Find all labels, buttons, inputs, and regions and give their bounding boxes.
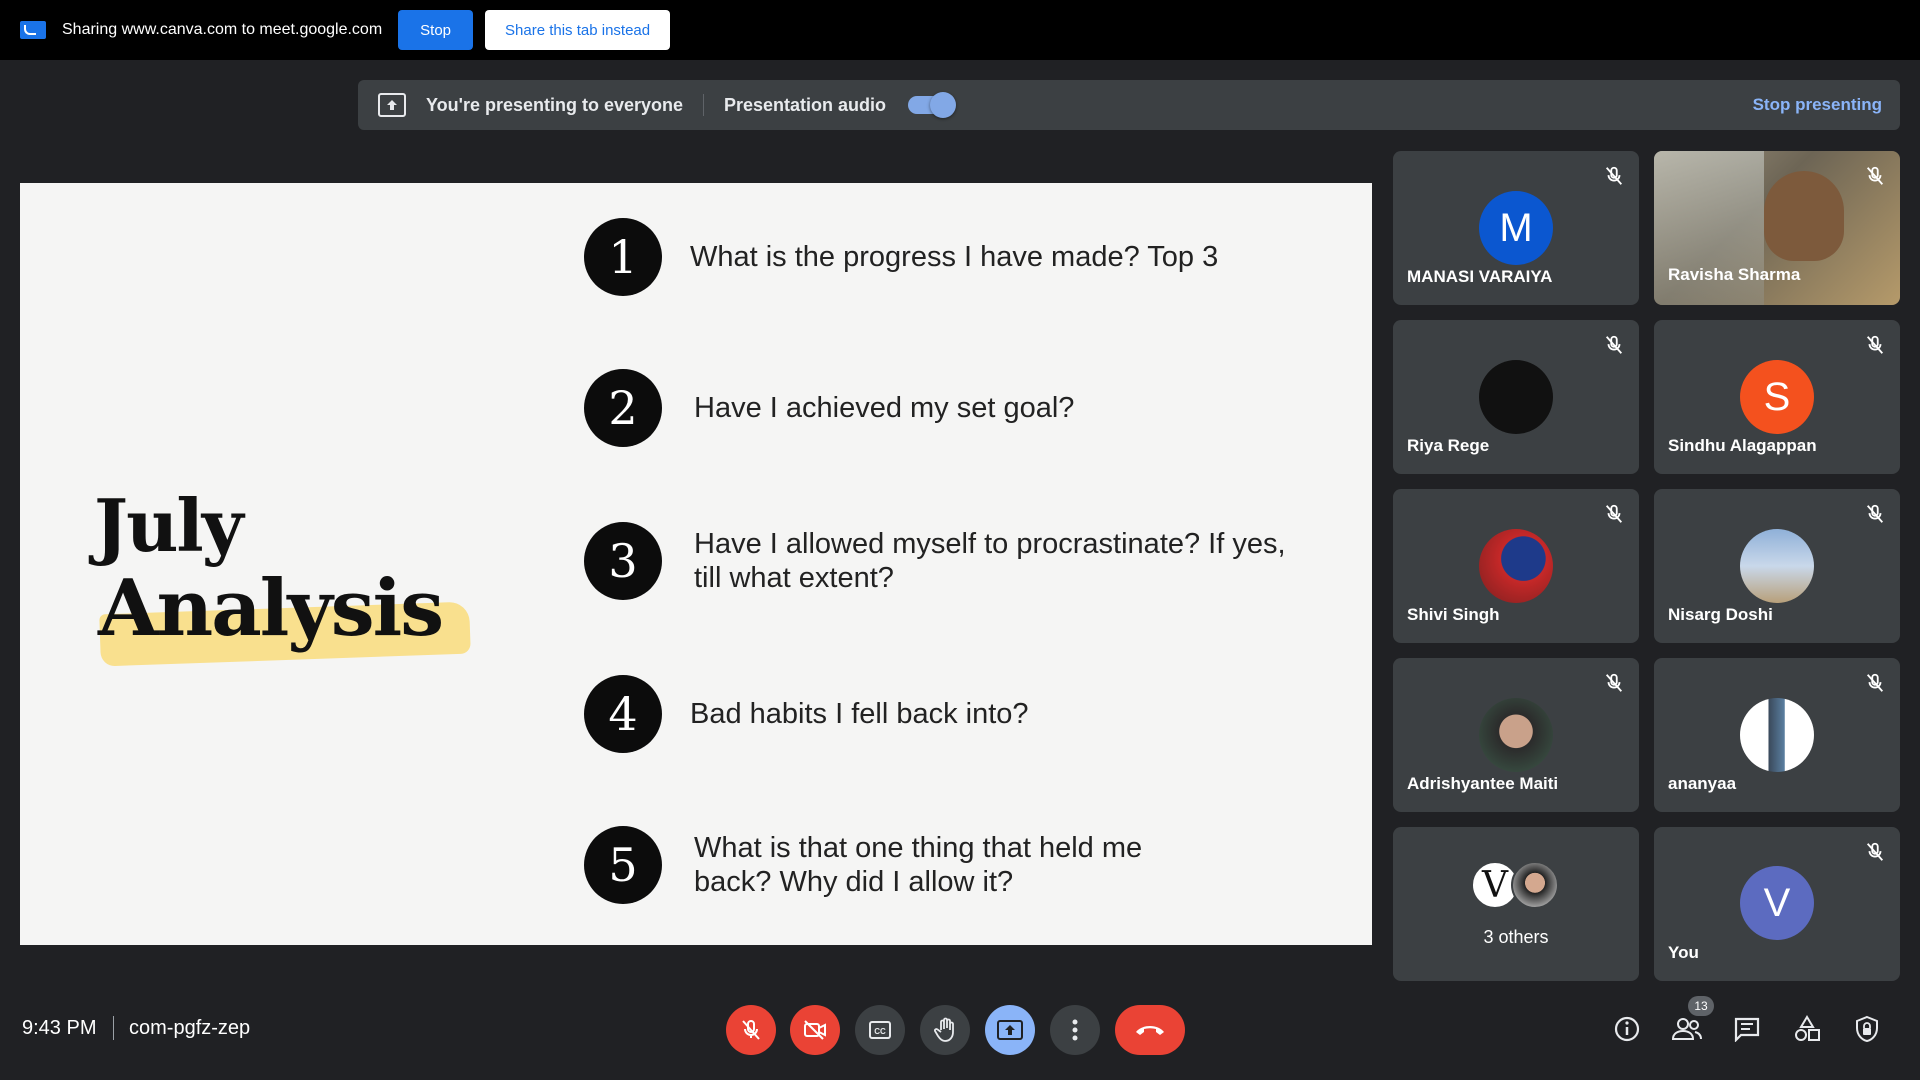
mic-off-icon [1605, 335, 1623, 354]
participant-tile[interactable]: Riya Rege [1393, 320, 1639, 474]
more-options-button[interactable] [1050, 1005, 1100, 1055]
shield-lock-icon [1856, 1015, 1878, 1043]
question-number: 1 [584, 218, 662, 296]
participant-name: Riya Rege [1407, 436, 1490, 455]
question-text: Have I achieved my set goal? [694, 392, 1075, 424]
participant-name: Ravisha Sharma [1668, 265, 1801, 284]
question-item: 3 Have I allowed myself to procrastinate… [584, 522, 1294, 600]
question-item: 2 Have I achieved my set goal? [584, 369, 1294, 447]
avatar: V [1740, 866, 1814, 940]
participant-tile[interactable]: M MANASI VARAIYA [1393, 151, 1639, 305]
presenting-bar: You're presenting to everyone Presentati… [358, 80, 1900, 130]
participant-tile[interactable]: Shivi Singh [1393, 489, 1639, 643]
stop-presenting-button[interactable]: Stop presenting [1753, 95, 1882, 115]
divider [113, 1016, 114, 1040]
participant-name: Adrishyantee Maiti [1407, 774, 1559, 793]
hand-icon [934, 1017, 954, 1042]
mic-off-icon [1605, 504, 1623, 523]
participant-name: Shivi Singh [1407, 605, 1500, 624]
question-text: Bad habits I fell back into? [690, 698, 1029, 730]
others-count-label: 3 others [1483, 927, 1549, 947]
closed-captions-icon: CC [869, 1021, 891, 1039]
question-item: 5 What is that one thing that held me ba… [584, 826, 1214, 904]
raise-hand-button[interactable] [920, 1005, 970, 1055]
question-number: 2 [584, 369, 662, 447]
avatar [1740, 529, 1814, 603]
info-icon [1614, 1016, 1640, 1042]
presentation-audio-label: Presentation audio [724, 94, 887, 115]
mic-off-icon [742, 1019, 760, 1040]
question-text: Have I allowed myself to procrastinate? … [694, 528, 1286, 594]
participant-tile[interactable]: Nisarg Doshi [1654, 489, 1900, 643]
present-screen-icon [997, 1020, 1023, 1040]
svg-text:CC: CC [874, 1027, 886, 1036]
participant-tile[interactable]: ananyaa [1654, 658, 1900, 812]
share-this-tab-button[interactable]: Share this tab instead [485, 10, 671, 50]
slide-title-line1: July [94, 483, 244, 568]
captions-button[interactable]: CC [855, 1005, 905, 1055]
participant-tile[interactable]: S Sindhu Alagappan [1654, 320, 1900, 474]
host-controls-button[interactable] [1850, 1012, 1884, 1046]
meeting-details-button[interactable] [1610, 1012, 1644, 1046]
question-number: 5 [584, 826, 662, 904]
participant-name: Sindhu Alagappan [1668, 436, 1817, 455]
participant-name: ananyaa [1668, 774, 1737, 793]
question-number: 4 [584, 675, 662, 753]
question-item: 4 Bad habits I fell back into? [584, 675, 1290, 753]
activities-button[interactable] [1790, 1012, 1824, 1046]
more-vert-icon [1072, 1019, 1078, 1041]
chat-icon [1734, 1017, 1760, 1042]
slide-title-line2: Analysis [98, 563, 444, 654]
participant-tile[interactable]: Adrishyantee Maiti [1393, 658, 1639, 812]
mic-off-icon [1866, 504, 1884, 523]
people-count-badge: 13 [1688, 996, 1714, 1016]
self-tile[interactable]: V You [1654, 827, 1900, 981]
mic-off-icon [1605, 673, 1623, 692]
mic-off-icon [1866, 842, 1884, 861]
question-number: 3 [584, 522, 662, 600]
microphone-button[interactable] [726, 1005, 776, 1055]
screen-share-icon [20, 21, 46, 39]
presenting-status: You're presenting to everyone [426, 94, 684, 115]
current-time: 9:43 PM [22, 1017, 97, 1039]
people-button[interactable] [1670, 1012, 1704, 1046]
others-tile[interactable]: V 3 others [1393, 827, 1639, 981]
meeting-code: com-pgfz-zep [129, 1017, 251, 1039]
question-item: 1 What is the progress I have made? Top … [584, 218, 1310, 296]
presentation-slide: July Analysis 1 What is the progress I h… [20, 183, 1372, 945]
sharing-bar: Sharing www.canva.com to meet.google.com… [0, 0, 1920, 60]
mic-off-icon [1866, 673, 1884, 692]
people-icon [1671, 1018, 1702, 1040]
avatar [1479, 698, 1553, 772]
mic-off-icon [1605, 166, 1623, 185]
avatar [1479, 360, 1553, 434]
camera-button[interactable] [790, 1005, 840, 1055]
presentation-audio-toggle[interactable] [908, 92, 957, 118]
camera-off-icon [804, 1020, 826, 1040]
toggle-knob [930, 92, 957, 118]
hang-up-icon [1136, 1026, 1164, 1035]
question-text: What is that one thing that held me back… [694, 832, 1143, 898]
participant-video [1764, 171, 1844, 261]
present-now-button[interactable] [985, 1005, 1035, 1055]
question-text: What is the progress I have made? Top 3 [690, 241, 1219, 273]
present-screen-icon [378, 93, 406, 117]
sharing-text: Sharing www.canva.com to meet.google.com [62, 21, 383, 38]
mic-off-icon [1866, 335, 1884, 354]
participant-name: You [1668, 943, 1699, 962]
participant-tile[interactable]: Ravisha Sharma [1654, 151, 1900, 305]
avatar: M [1479, 191, 1553, 265]
participant-name: Nisarg Doshi [1668, 605, 1773, 624]
avatar: S [1740, 360, 1814, 434]
chat-button[interactable] [1730, 1012, 1764, 1046]
stop-sharing-button[interactable]: Stop [398, 10, 474, 50]
activities-icon [1795, 1015, 1820, 1041]
avatar [1511, 861, 1559, 909]
avatar [1740, 698, 1814, 772]
mic-off-icon [1866, 166, 1884, 185]
participant-name: MANASI VARAIYA [1407, 267, 1553, 286]
avatar [1479, 529, 1553, 603]
leave-call-button[interactable] [1115, 1005, 1185, 1055]
divider [703, 94, 705, 116]
